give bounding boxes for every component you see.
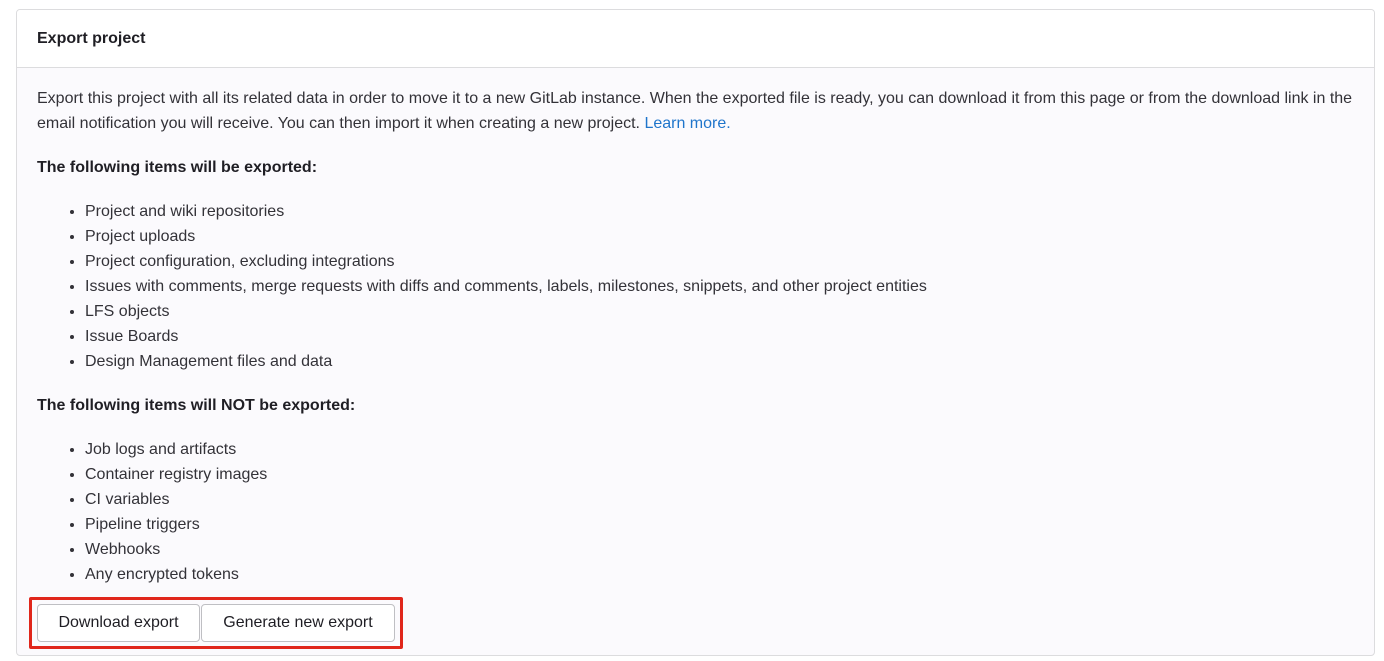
list-item: Design Management files and data [85, 349, 1354, 374]
intro-paragraph: Export this project with all its related… [37, 86, 1354, 136]
exported-heading: The following items will be exported: [37, 159, 318, 176]
list-item: CI variables [85, 487, 1354, 512]
export-button-group: Download export Generate new export [37, 604, 395, 642]
exported-items-list: Project and wiki repositories Project up… [37, 199, 1354, 374]
not-exported-items-list: Job logs and artifacts Container registr… [37, 437, 1354, 587]
export-project-card: Export project Export this project with … [16, 9, 1375, 656]
card-header: Export project [17, 10, 1374, 68]
generate-new-export-button[interactable]: Generate new export [201, 604, 395, 642]
list-item: Project uploads [85, 224, 1354, 249]
list-item: Issue Boards [85, 324, 1354, 349]
download-export-button[interactable]: Download export [37, 604, 200, 642]
list-item: Job logs and artifacts [85, 437, 1354, 462]
list-item: Container registry images [85, 462, 1354, 487]
not-exported-heading: The following items will NOT be exported… [37, 397, 356, 414]
list-item: Any encrypted tokens [85, 562, 1354, 587]
list-item: Pipeline triggers [85, 512, 1354, 537]
list-item: Project and wiki repositories [85, 199, 1354, 224]
list-item: Webhooks [85, 537, 1354, 562]
list-item: Issues with comments, merge requests wit… [85, 274, 1354, 299]
card-title: Export project [37, 29, 146, 47]
card-body: Export this project with all its related… [17, 68, 1374, 587]
learn-more-link[interactable]: Learn more. [644, 115, 730, 132]
list-item: LFS objects [85, 299, 1354, 324]
list-item: Project configuration, excluding integra… [85, 249, 1354, 274]
